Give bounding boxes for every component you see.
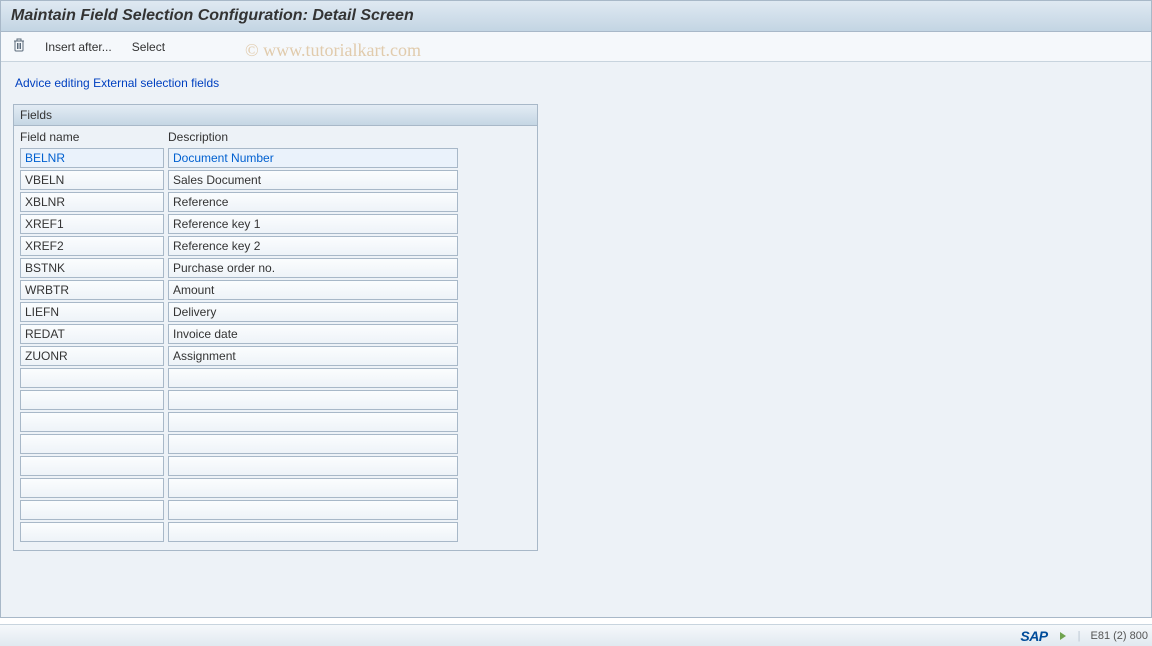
field-name-input[interactable]: XREF1 [20, 214, 164, 234]
table-row[interactable]: BELNRDocument Number [20, 148, 531, 168]
table-row[interactable]: ZUONRAssignment [20, 346, 531, 366]
description-input[interactable]: Sales Document [168, 170, 458, 190]
column-header-fieldname: Field name [20, 130, 168, 144]
table-row[interactable]: XREF2Reference key 2 [20, 236, 531, 256]
content-area: Advice editing External selection fields… [1, 62, 1151, 617]
table-row[interactable]: WRBTRAmount [20, 280, 531, 300]
page-title: Maintain Field Selection Configuration: … [11, 7, 414, 24]
field-name-input[interactable]: BSTNK [20, 258, 164, 278]
table-row[interactable]: BSTNKPurchase order no. [20, 258, 531, 278]
field-name-input[interactable] [20, 522, 164, 542]
toolbar: Insert after... Select [1, 32, 1151, 62]
table-row[interactable] [20, 500, 531, 520]
description-input[interactable]: Reference [168, 192, 458, 212]
advice-editing-link[interactable]: Advice editing [15, 76, 90, 90]
description-input[interactable] [168, 500, 458, 520]
field-name-input[interactable] [20, 434, 164, 454]
field-name-input[interactable]: BELNR [20, 148, 164, 168]
table-row[interactable]: XREF1Reference key 1 [20, 214, 531, 234]
title-bar: Maintain Field Selection Configuration: … [1, 1, 1151, 32]
external-selection-link[interactable]: External selection fields [93, 76, 219, 90]
field-name-input[interactable] [20, 368, 164, 388]
trash-icon [13, 38, 25, 55]
description-input[interactable]: Document Number [168, 148, 458, 168]
sap-logo: SAP [1020, 628, 1047, 644]
description-input[interactable] [168, 412, 458, 432]
description-input[interactable] [168, 456, 458, 476]
description-input[interactable]: Reference key 1 [168, 214, 458, 234]
field-name-input[interactable]: REDAT [20, 324, 164, 344]
fields-panel-header: Fields [14, 105, 537, 126]
field-name-input[interactable] [20, 478, 164, 498]
description-input[interactable]: Amount [168, 280, 458, 300]
field-name-input[interactable] [20, 456, 164, 476]
table-row[interactable]: XBLNRReference [20, 192, 531, 212]
field-name-input[interactable]: WRBTR [20, 280, 164, 300]
table-row[interactable] [20, 368, 531, 388]
table-row[interactable] [20, 456, 531, 476]
table-body: BELNRDocument NumberVBELNSales DocumentX… [14, 148, 537, 550]
select-button[interactable]: Select [128, 38, 169, 56]
description-input[interactable] [168, 368, 458, 388]
system-info: E81 (2) 800 [1091, 630, 1148, 642]
field-name-input[interactable]: VBELN [20, 170, 164, 190]
divider: | [1078, 630, 1081, 642]
insert-after-button[interactable]: Insert after... [41, 38, 116, 56]
description-input[interactable] [168, 390, 458, 410]
table-headers: Field name Description [14, 126, 537, 148]
insert-after-label: Insert after... [45, 40, 112, 54]
table-row[interactable] [20, 390, 531, 410]
table-row[interactable] [20, 412, 531, 432]
delete-button[interactable] [9, 36, 29, 57]
description-input[interactable]: Delivery [168, 302, 458, 322]
description-input[interactable]: Purchase order no. [168, 258, 458, 278]
description-input[interactable] [168, 522, 458, 542]
description-input[interactable] [168, 434, 458, 454]
table-row[interactable] [20, 478, 531, 498]
column-header-description: Description [168, 130, 531, 144]
table-row[interactable]: REDATInvoice date [20, 324, 531, 344]
field-name-input[interactable]: ZUONR [20, 346, 164, 366]
field-name-input[interactable] [20, 500, 164, 520]
select-label: Select [132, 40, 165, 54]
table-row[interactable] [20, 522, 531, 542]
field-name-input[interactable]: LIEFN [20, 302, 164, 322]
field-name-input[interactable]: XREF2 [20, 236, 164, 256]
table-row[interactable]: VBELNSales Document [20, 170, 531, 190]
description-input[interactable]: Reference key 2 [168, 236, 458, 256]
field-name-input[interactable] [20, 412, 164, 432]
table-row[interactable]: LIEFNDelivery [20, 302, 531, 322]
field-name-input[interactable] [20, 390, 164, 410]
link-row: Advice editing External selection fields [11, 76, 1141, 90]
session-indicator-icon[interactable] [1058, 631, 1068, 641]
app-frame: Maintain Field Selection Configuration: … [0, 0, 1152, 618]
table-row[interactable] [20, 434, 531, 454]
description-input[interactable]: Assignment [168, 346, 458, 366]
field-name-input[interactable]: XBLNR [20, 192, 164, 212]
fields-panel: Fields Field name Description BELNRDocum… [13, 104, 538, 551]
description-input[interactable]: Invoice date [168, 324, 458, 344]
status-bar: SAP | E81 (2) 800 [0, 624, 1152, 646]
description-input[interactable] [168, 478, 458, 498]
